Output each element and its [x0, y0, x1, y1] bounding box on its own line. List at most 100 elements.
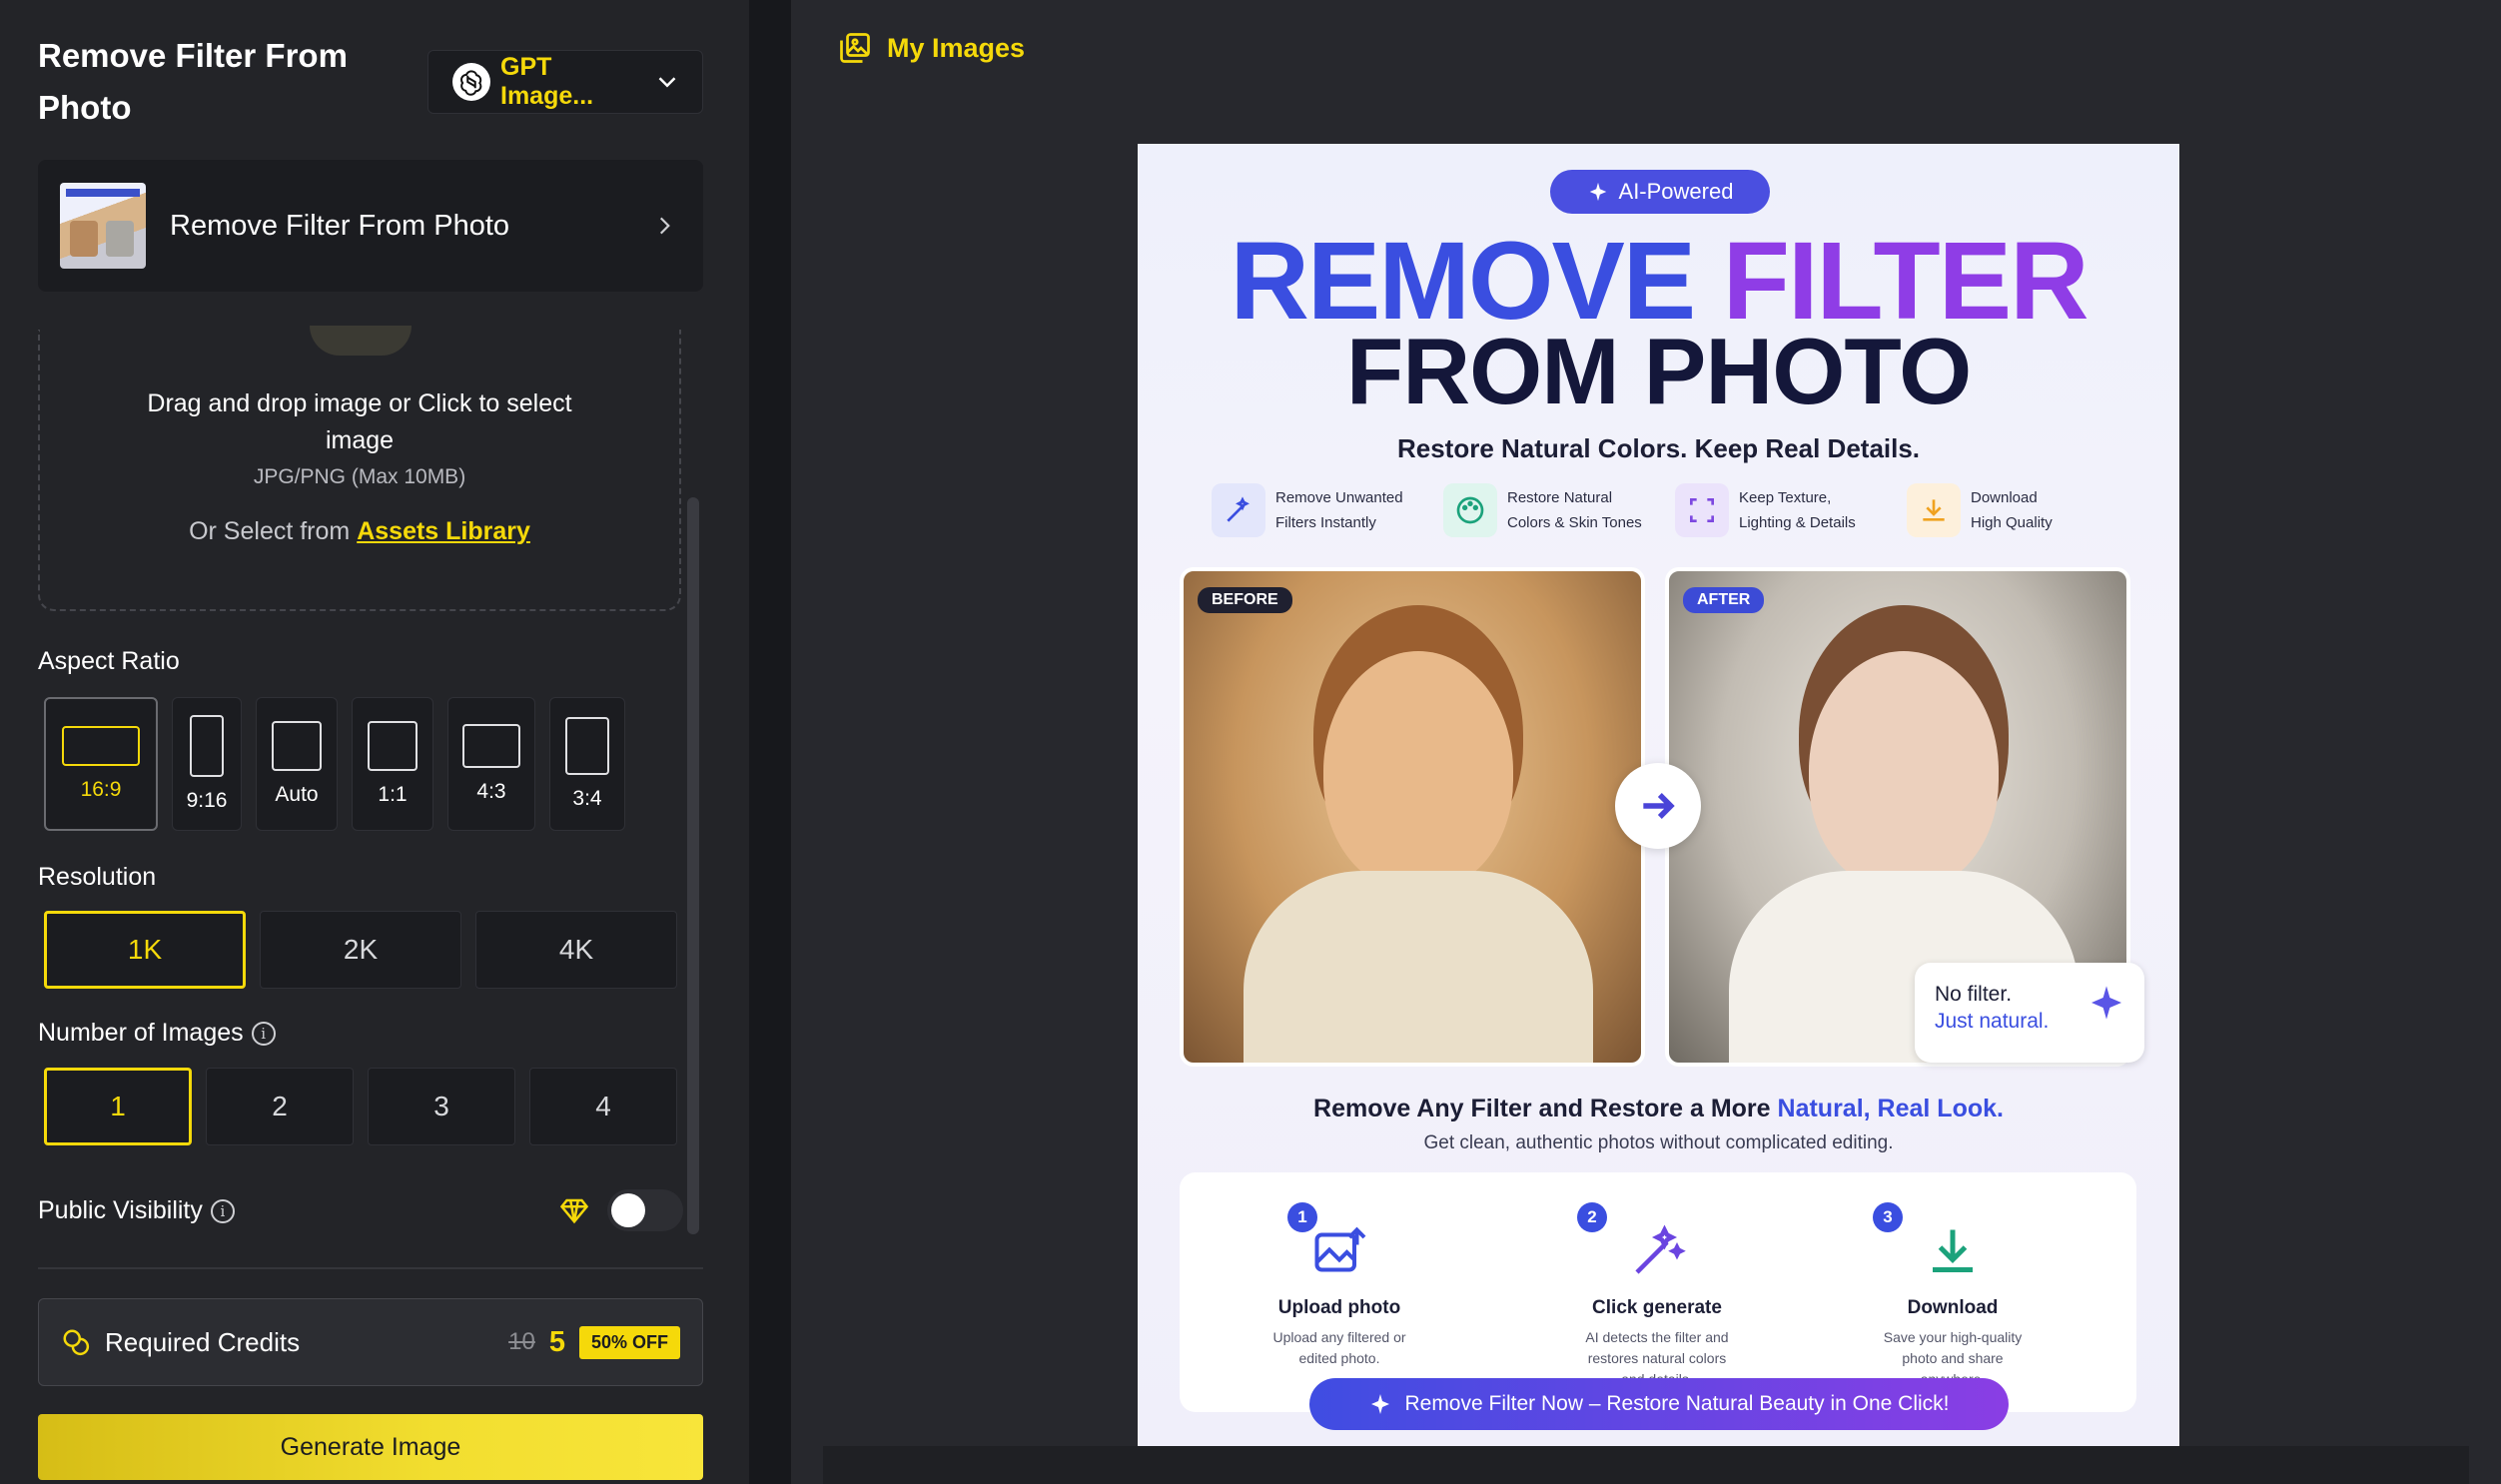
- public-visibility-toggle[interactable]: [607, 1189, 683, 1231]
- upload-instruction: Drag and drop image or Click to select i…: [147, 389, 572, 454]
- resolution-option-2k[interactable]: 2K: [260, 911, 461, 989]
- aspect-option-4-3[interactable]: 4:3: [447, 697, 535, 831]
- num-images-option-3[interactable]: 3: [368, 1068, 515, 1145]
- step-item: 1 Upload photo Upload any filtered or ed…: [1230, 1202, 1449, 1369]
- ratio-shape-icon: [368, 721, 417, 771]
- tool-name: Remove Filter From Photo: [170, 209, 510, 242]
- before-tag: BEFORE: [1198, 587, 1292, 613]
- aspect-option-1-1[interactable]: 1:1: [352, 697, 433, 831]
- toggle-knob: [611, 1193, 645, 1227]
- resolution-label: Resolution: [38, 863, 157, 891]
- arrow-right-icon: [1615, 763, 1701, 849]
- aspect-option-3-4[interactable]: 3:4: [549, 697, 625, 831]
- feature-line: Download: [1971, 489, 2038, 506]
- face-shape: [1323, 651, 1513, 891]
- poster-headline-2: FROM PHOTO: [1345, 319, 1972, 423]
- credits-old: 10: [508, 1328, 535, 1355]
- sparkle-icon: [1371, 1394, 1390, 1414]
- model-selector[interactable]: GPT Image...: [427, 50, 703, 114]
- aspect-option-label: 3:4: [572, 787, 602, 810]
- aspect-option-label: 4:3: [476, 780, 506, 803]
- ratio-shape-icon: [462, 724, 520, 768]
- body-shape: [1244, 871, 1593, 1063]
- upload-dropzone[interactable]: Drag and drop image or Click to select i…: [38, 326, 681, 611]
- assets-library-link[interactable]: Assets Library: [357, 517, 530, 545]
- cta-label: Remove Filter Now – Restore Natural Beau…: [1404, 1392, 1950, 1415]
- my-images-header[interactable]: My Images: [837, 30, 1025, 66]
- ratio-shape-icon: [565, 717, 609, 775]
- num-images-label: Number of Images: [38, 1019, 244, 1047]
- feature-item: Download High Quality: [1907, 483, 2110, 537]
- download-icon: [1933, 1229, 1973, 1272]
- info-icon[interactable]: i: [251, 1022, 276, 1047]
- credits-new: 5: [548, 1325, 565, 1358]
- sparkle-icon: [1589, 182, 1606, 202]
- tagline-prefix: Remove Any Filter and Restore a More: [1313, 1095, 1771, 1122]
- public-visibility-label: Public Visibility: [38, 1195, 203, 1224]
- feature-line: Restore Natural: [1507, 489, 1613, 506]
- upload-formats: JPG/PNG (Max 10MB): [253, 465, 466, 488]
- page-title: Remove Filter From Photo: [38, 37, 348, 126]
- poster-tagline-sub: Get clean, authentic photos without comp…: [1423, 1132, 1894, 1153]
- public-visibility-row: Public Visibility i: [38, 1186, 683, 1234]
- openai-icon: [452, 63, 490, 101]
- poster-tagline: Remove Any Filter and Restore a More Nat…: [1138, 1095, 2179, 1123]
- generated-image[interactable]: AI-Powered REMOVE FILTER FROM PHOTO Rest…: [1138, 144, 2179, 1446]
- feature-line: Lighting & Details: [1739, 514, 1856, 531]
- aspect-option-label: 1:1: [378, 783, 408, 806]
- public-visibility-label-group: Public Visibility i: [38, 1196, 559, 1225]
- diamond-icon: [559, 1198, 589, 1224]
- ai-powered-pill: AI-Powered: [1550, 170, 1770, 214]
- num-images-option-1[interactable]: 1: [44, 1068, 192, 1145]
- resolution-option-1k[interactable]: 1K: [44, 911, 246, 989]
- aspect-option-auto[interactable]: Auto: [256, 697, 338, 831]
- aspect-option-label: Auto: [275, 783, 319, 806]
- step-item: 2 Click generate AI detects the filter a…: [1547, 1202, 1767, 1390]
- info-icon[interactable]: i: [210, 1198, 235, 1223]
- tagline-highlight: Natural, Real Look.: [1777, 1095, 2004, 1122]
- aspect-ratio-options: 16:9 9:16 Auto 1:1 4:3 3:4: [44, 697, 625, 831]
- step-desc: Upload any filtered or edited photo.: [1272, 1329, 1406, 1366]
- upload-icon: [310, 326, 412, 356]
- tool-thumbnail: [60, 183, 146, 269]
- assets-library-line: Or Select from Assets Library: [40, 517, 679, 546]
- step-title: Download: [1907, 1297, 1999, 1318]
- poster-steps: 1 Upload photo Upload any filtered or ed…: [1180, 1172, 2136, 1412]
- gallery-footer: [823, 1446, 2469, 1484]
- upload-image-icon: [1314, 1226, 1366, 1272]
- after-tag: AFTER: [1683, 587, 1765, 613]
- discount-badge: 50% OFF: [578, 1325, 680, 1359]
- chevron-down-icon: [658, 77, 676, 88]
- no-filter-badge: No filter. Just natural.: [1915, 963, 2144, 1063]
- before-photo: BEFORE: [1180, 567, 1645, 1067]
- feature-line: Keep Texture,: [1739, 489, 1832, 506]
- credits-label: Required Credits: [105, 1326, 301, 1357]
- settings-panel: Remove Filter From Photo GPT Image... Re…: [0, 0, 749, 1484]
- generate-image-button[interactable]: Generate Image: [38, 1414, 703, 1480]
- sparkle-icon: [2091, 986, 2121, 1020]
- num-images-option-2[interactable]: 2: [206, 1068, 354, 1145]
- magic-wand-icon: [1635, 1224, 1686, 1274]
- aspect-option-9-16[interactable]: 9:16: [172, 697, 242, 831]
- my-images-label: My Images: [887, 32, 1026, 63]
- step-title: Click generate: [1592, 1297, 1722, 1318]
- aspect-option-16-9[interactable]: 16:9: [44, 697, 158, 831]
- step-number: 3: [1873, 1202, 1903, 1232]
- assets-library-prefix: Or Select from: [189, 517, 351, 545]
- resolution-option-4k[interactable]: 4K: [475, 911, 677, 989]
- panel-scrollbar[interactable]: [687, 497, 699, 1234]
- ratio-shape-icon: [190, 715, 224, 777]
- aspect-option-label: 16:9: [80, 778, 122, 801]
- ratio-shape-icon: [272, 721, 322, 771]
- tool-card[interactable]: Remove Filter From Photo: [38, 160, 703, 292]
- feature-line: Filters Instantly: [1275, 514, 1376, 531]
- num-images-option-4[interactable]: 4: [529, 1068, 677, 1145]
- divider: [38, 1267, 703, 1269]
- poster-subtitle: Restore Natural Colors. Keep Real Detail…: [1396, 433, 1921, 463]
- gallery-area: My Images AI-Powered REMOVE FILTER FROM …: [791, 0, 2501, 1484]
- feature-line: Remove Unwanted: [1275, 489, 1403, 506]
- feature-item: Restore Natural Colors & Skin Tones: [1443, 483, 1647, 537]
- step-number: 2: [1577, 1202, 1607, 1232]
- feature-item: Keep Texture, Lighting & Details: [1675, 483, 1879, 537]
- feature-line: Colors & Skin Tones: [1507, 514, 1642, 531]
